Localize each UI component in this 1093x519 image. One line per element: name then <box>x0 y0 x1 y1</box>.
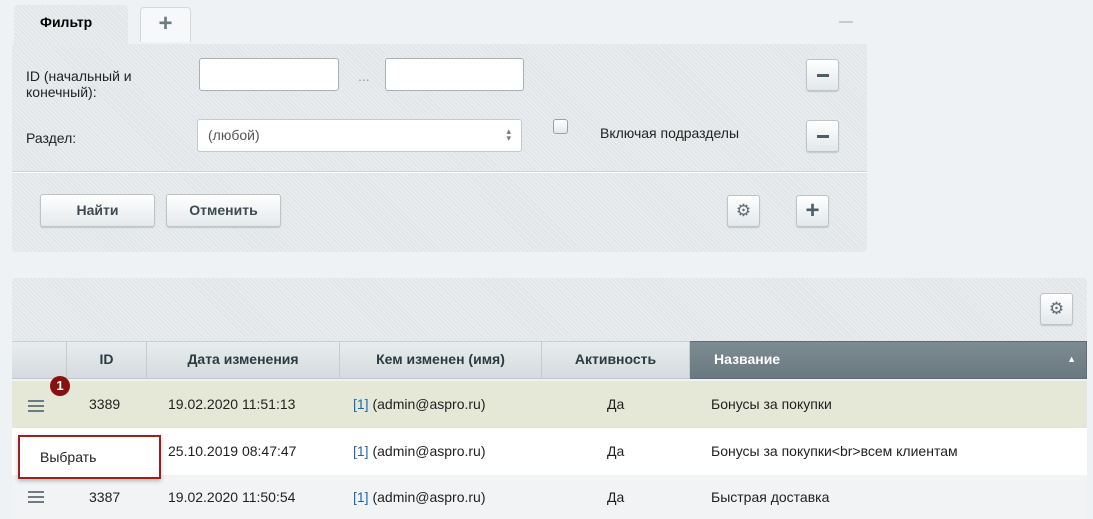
collapse-filter-button[interactable] <box>838 20 854 24</box>
row-context-menu: Выбрать <box>18 435 161 479</box>
column-header-active[interactable]: Активность <box>542 341 690 379</box>
cell-name: Быстрая доставка <box>711 489 830 505</box>
table-row[interactable]: 3389 19.02.2020 11:51:13 [1] (admin@aspr… <box>12 381 1087 428</box>
table-header: ID Дата изменения Кем изменен (имя) Акти… <box>12 341 1087 379</box>
table-row[interactable]: 3388 25.10.2019 08:47:47 [1] (admin@aspr… <box>12 428 1087 475</box>
section-select-value: (любой) <box>208 127 260 143</box>
cell-date: 19.02.2020 11:51:13 <box>168 396 296 412</box>
list-settings-button[interactable]: ⚙ <box>1040 293 1073 325</box>
step-badge: 1 <box>50 376 70 396</box>
cell-active: Да <box>607 396 625 412</box>
column-header-date[interactable]: Дата изменения <box>147 341 340 379</box>
cell-date: 19.02.2020 11:50:54 <box>168 489 296 505</box>
plus-icon: + <box>158 10 173 37</box>
column-header-name[interactable]: Название ▲ <box>690 341 1087 379</box>
cell-name: Бонусы за покупки <box>711 396 832 412</box>
cell-date: 25.10.2019 08:47:47 <box>168 443 297 459</box>
cell-active: Да <box>607 489 625 505</box>
user-name: (admin@aspro.ru) <box>372 396 486 412</box>
column-header-name-label: Название <box>714 351 781 367</box>
remove-id-field-button[interactable] <box>806 59 839 91</box>
user-id-link[interactable]: [1] <box>353 396 369 412</box>
column-header-modified-by[interactable]: Кем изменен (имя) <box>340 341 542 379</box>
plus-icon: + <box>805 197 820 224</box>
tab-filter[interactable]: Фильтр <box>14 5 128 44</box>
row-menu-icon[interactable] <box>28 381 46 428</box>
column-header-id[interactable]: ID <box>67 341 147 379</box>
tab-filter-label: Фильтр <box>40 14 93 30</box>
filter-divider-highlight <box>12 172 867 173</box>
gear-icon: ⚙ <box>735 201 752 220</box>
filter-settings-button[interactable]: ⚙ <box>727 195 760 227</box>
section-label: Раздел: <box>26 130 77 146</box>
user-name: (admin@aspro.ru) <box>372 489 486 505</box>
add-filter-tab-button[interactable]: + <box>140 7 191 42</box>
sort-ascending-icon: ▲ <box>1067 354 1076 364</box>
user-id-link[interactable]: [1] <box>353 489 369 505</box>
gear-icon: ⚙ <box>1048 299 1065 318</box>
cell-modified-by: [1] (admin@aspro.ru) <box>353 475 486 519</box>
include-subsections-checkbox[interactable] <box>553 119 568 134</box>
cell-id: 3387 <box>89 489 121 505</box>
add-filter-field-button[interactable]: + <box>796 195 829 227</box>
cancel-button[interactable]: Отменить <box>166 194 281 227</box>
table-row[interactable]: 3387 19.02.2020 11:50:54 [1] (admin@aspr… <box>12 475 1087 519</box>
select-arrows-icon: ▴ ▾ <box>506 126 511 143</box>
list-toolbar <box>12 278 1087 348</box>
remove-section-field-button[interactable] <box>806 120 839 152</box>
minus-icon <box>816 135 829 138</box>
column-header-actions <box>12 341 67 379</box>
find-button[interactable]: Найти <box>40 194 155 227</box>
section-select[interactable]: (любой) ▴ ▾ <box>197 119 522 152</box>
cell-name: Бонусы за покупки<br>всем клиентам <box>711 443 958 459</box>
cell-modified-by: [1] (admin@aspro.ru) <box>353 428 486 475</box>
id-range-label: ID (начальный и конечный): <box>26 68 132 100</box>
minus-icon <box>839 21 853 23</box>
user-name: (admin@aspro.ru) <box>372 443 486 459</box>
menu-item-select[interactable]: Выбрать <box>40 449 96 465</box>
cell-active: Да <box>607 443 625 459</box>
range-separator: ... <box>358 68 370 84</box>
minus-icon <box>816 74 829 77</box>
user-id-link[interactable]: [1] <box>353 443 369 459</box>
id-to-input[interactable] <box>385 58 524 91</box>
id-from-input[interactable] <box>199 58 339 91</box>
cell-id: 3389 <box>89 396 121 412</box>
cell-modified-by: [1] (admin@aspro.ru) <box>353 381 486 428</box>
include-subsections-label: Включая подразделы <box>600 125 740 141</box>
row-menu-icon[interactable] <box>28 475 46 519</box>
